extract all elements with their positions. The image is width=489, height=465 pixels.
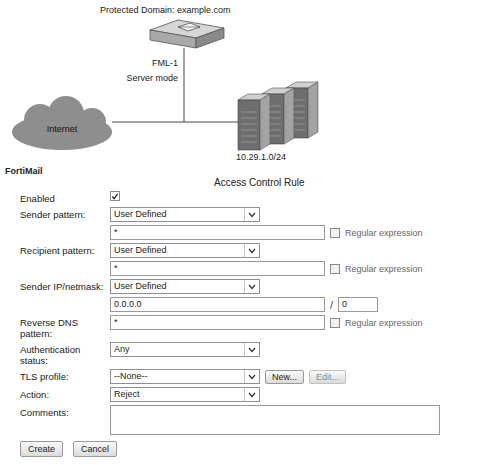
regex-checkbox[interactable] [330, 318, 340, 328]
field-control [110, 405, 479, 435]
device-label: FML-1Server mode [112, 56, 178, 86]
field-control: Any [110, 342, 479, 357]
field-control: --None-- New... Edit... [110, 369, 479, 384]
regex-label: Regular expression [345, 318, 423, 328]
netmask-input[interactable]: 0 [338, 297, 378, 312]
field-control: User Defined 0.0.0.0 / 0 [110, 279, 479, 312]
form-title: Access Control Rule [0, 177, 489, 189]
field-label: Sender pattern: [20, 207, 106, 220]
pattern-select[interactable]: User Defined [110, 207, 260, 222]
field-select[interactable]: --None-- [110, 369, 260, 384]
field-label: Sender IP/netmask: [20, 279, 106, 292]
fortimail-device-icon [150, 20, 224, 48]
field-label: Authentication status: [20, 342, 106, 366]
device-mode: Server mode [112, 71, 178, 86]
regex-checkbox[interactable] [330, 264, 340, 274]
field-control: * Regular expression [110, 315, 479, 330]
field-label: Recipient pattern: [20, 243, 106, 256]
server-group-icon [238, 82, 318, 150]
device-link-line [184, 48, 185, 122]
device-name: FML-1 [112, 56, 178, 71]
section-label: FortiMail [0, 165, 489, 177]
field-select[interactable]: Any [110, 342, 260, 357]
tls-profile-button: Edit... [309, 370, 346, 384]
dropdown-arrow-icon [244, 208, 259, 221]
regex-label: Regular expression [345, 228, 423, 238]
network-diagram: Protected Domain: example.com FML-1Server… [0, 0, 489, 165]
field-control: User Defined * Regular expression [110, 243, 479, 276]
comments-textarea[interactable] [110, 405, 440, 435]
regex-label: Regular expression [345, 264, 423, 274]
pattern-select[interactable]: User Defined [110, 243, 260, 258]
field-control: Reject [110, 387, 479, 402]
cloud-label: Internet [32, 124, 92, 134]
form-actions: Create Cancel [0, 435, 489, 457]
pattern-input[interactable]: * [110, 225, 325, 240]
protected-domain-label: Protected Domain: example.com [100, 5, 231, 15]
diagram-lines [0, 0, 489, 165]
field-control: User Defined * Regular expression [110, 207, 479, 240]
field-label: Action: [20, 387, 106, 400]
enabled-checkbox[interactable] [110, 191, 120, 201]
field-label: Comments: [20, 405, 106, 418]
field-label: TLS profile: [20, 369, 106, 382]
form-button[interactable]: Create [20, 441, 63, 457]
dropdown-arrow-icon [244, 370, 259, 383]
dropdown-arrow-icon [244, 280, 259, 293]
dropdown-arrow-icon [244, 343, 259, 356]
tick-icon [111, 192, 119, 201]
tls-profile-button[interactable]: New... [265, 370, 304, 384]
network-line [112, 122, 244, 123]
regex-checkbox[interactable] [330, 228, 340, 238]
dropdown-arrow-icon [244, 388, 259, 401]
form-button[interactable]: Cancel [73, 441, 117, 457]
page: Protected Domain: example.com FML-1Server… [0, 0, 489, 465]
pattern-select[interactable]: User Defined [110, 279, 260, 294]
ip-input[interactable]: 0.0.0.0 [110, 297, 325, 312]
network-label: 10.29.1.0/24 [236, 152, 286, 162]
field-control [110, 191, 479, 201]
field-select[interactable]: Reject [110, 387, 260, 402]
pattern-input[interactable]: * [110, 261, 325, 276]
access-control-form: Enabled Sender pattern: User Defined * Regul… [0, 189, 489, 435]
field-label: Reverse DNS pattern: [20, 315, 106, 339]
netmask-separator: / [330, 299, 333, 311]
dropdown-arrow-icon [244, 244, 259, 257]
internet-cloud-icon [12, 96, 112, 150]
reverse-dns-input[interactable]: * [110, 315, 325, 330]
field-label: Enabled [20, 191, 106, 204]
